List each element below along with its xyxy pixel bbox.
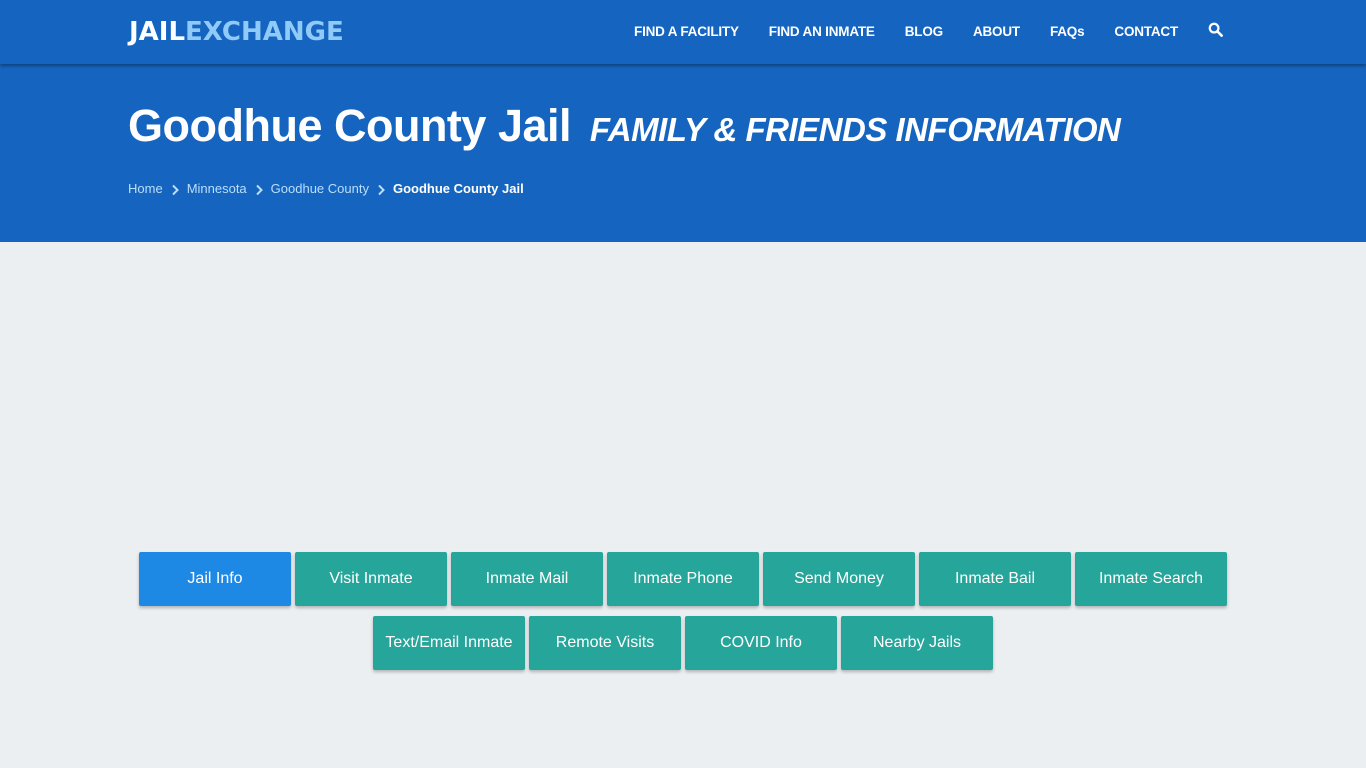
tab-inmate-bail[interactable]: Inmate Bail [919, 552, 1071, 606]
chevron-right-icon [163, 181, 187, 196]
site-logo[interactable]: JAILEXCHANGE [129, 15, 344, 49]
nav-about[interactable]: ABOUT [973, 24, 1020, 39]
info-tabs-row-1: Jail Info Visit Inmate Inmate Mail Inmat… [0, 552, 1366, 606]
tab-remote-visits[interactable]: Remote Visits [529, 616, 681, 670]
page-title: Goodhue County Jail FAMILY & FRIENDS INF… [128, 100, 1121, 152]
page-title-main: Goodhue County Jail [128, 100, 572, 151]
tab-inmate-search[interactable]: Inmate Search [1075, 552, 1227, 606]
page-header: Goodhue County Jail FAMILY & FRIENDS INF… [0, 64, 1366, 242]
top-navbar: JAILEXCHANGE FIND A FACILITY FIND AN INM… [0, 0, 1366, 64]
search-icon[interactable] [1208, 22, 1224, 38]
nav-find-inmate[interactable]: FIND AN INMATE [769, 24, 875, 39]
breadcrumb-minnesota[interactable]: Minnesota [187, 181, 247, 196]
tab-visit-inmate[interactable]: Visit Inmate [295, 552, 447, 606]
breadcrumb: Home Minnesota Goodhue County Goodhue Co… [128, 181, 524, 196]
logo-text-exchange: EXCHANGE [185, 17, 344, 47]
tab-inmate-mail[interactable]: Inmate Mail [451, 552, 603, 606]
tab-nearby-jails[interactable]: Nearby Jails [841, 616, 993, 670]
chevron-right-icon [247, 181, 271, 196]
nav-find-facility[interactable]: FIND A FACILITY [634, 24, 739, 39]
nav-menu: FIND A FACILITY FIND AN INMATE BLOG ABOU… [604, 0, 1224, 62]
chevron-right-icon [369, 181, 393, 196]
breadcrumb-goodhue-county[interactable]: Goodhue County [271, 181, 369, 196]
nav-blog[interactable]: BLOG [905, 24, 943, 39]
tab-text-email-inmate[interactable]: Text/Email Inmate [373, 616, 525, 670]
tab-send-money[interactable]: Send Money [763, 552, 915, 606]
info-tabs-row-2: Text/Email Inmate Remote Visits COVID In… [0, 616, 1366, 670]
nav-faqs[interactable]: FAQs [1050, 24, 1085, 39]
logo-text-jail: JAIL [129, 17, 186, 47]
page-title-subtitle: FAMILY & FRIENDS INFORMATION [589, 111, 1121, 148]
breadcrumb-home[interactable]: Home [128, 181, 163, 196]
nav-contact[interactable]: CONTACT [1114, 24, 1178, 39]
tab-covid-info[interactable]: COVID Info [685, 616, 837, 670]
ad-placeholder [0, 242, 1366, 542]
tab-inmate-phone[interactable]: Inmate Phone [607, 552, 759, 606]
tab-jail-info[interactable]: Jail Info [139, 552, 291, 606]
breadcrumb-current: Goodhue County Jail [392, 181, 524, 196]
